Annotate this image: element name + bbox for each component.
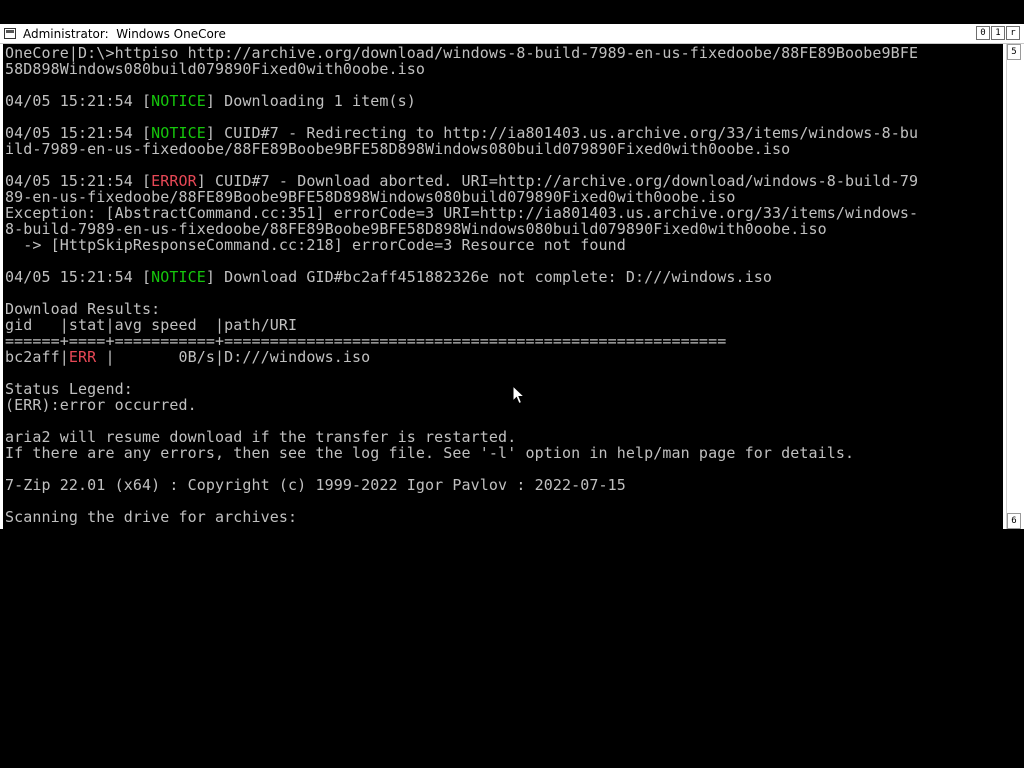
- console-line: OneCore|D:\>httpiso http://archive.org/d…: [5, 44, 919, 62]
- console-line-tag-notice: NOTICE: [151, 92, 206, 110]
- console-line-suffix: | 0B/s|D:///windows.iso: [105, 348, 371, 366]
- console-line-tag-notice: NOTICE: [151, 268, 206, 286]
- console-line: Scanning the drive for archives:: [5, 508, 298, 526]
- console-line: 04/05 15:21:54 [NOTICE] Downloading 1 it…: [5, 93, 918, 109]
- vertical-scrollbar[interactable]: 5 6: [1006, 44, 1021, 529]
- console-line-tag-error: ERR: [68, 348, 106, 366]
- console-line: 04/05 15:21:54 [NOTICE] Download GID#bc2…: [5, 269, 918, 285]
- console-output: OneCore|D:\>httpiso http://archive.org/d…: [5, 45, 918, 529]
- console-line: bc2aff|ERR | 0B/s|D:///windows.iso: [5, 349, 918, 365]
- mouse-pointer-icon: [512, 385, 525, 405]
- console-line: If there are any errors, then see the lo…: [5, 444, 855, 462]
- console-line: ild-7989-en-us-fixedoobe/88FE89Boobe9BFE…: [5, 140, 791, 158]
- console-line: 8-build-7989-en-us-fixedoobe/88FE89Boobe…: [5, 220, 827, 238]
- window-title: Administrator: Windows OneCore: [23, 27, 226, 41]
- console-line: Download Results:: [5, 300, 161, 318]
- console-line: 04/05 15:21:54 [ERROR] CUID#7 - Download…: [5, 173, 918, 189]
- minimize-button[interactable]: 0: [976, 26, 990, 40]
- scroll-down-button[interactable]: 6: [1007, 513, 1021, 529]
- console-line: (ERR):error occurred.: [5, 396, 197, 414]
- console-line: 04/05 15:21:54 [NOTICE] CUID#7 - Redirec…: [5, 125, 918, 141]
- console-line-prefix: 04/05 15:21:54 [: [5, 268, 152, 286]
- console-line: -> [HttpSkipResponseCommand.cc:218] erro…: [5, 236, 626, 254]
- console-line-prefix: 04/05 15:21:54 [: [5, 92, 152, 110]
- console-line: ======+====+===========+================…: [5, 332, 727, 350]
- maximize-button[interactable]: 1: [991, 26, 1005, 40]
- console-window[interactable]: Administrator: Windows OneCore 0 1 r One…: [0, 24, 1024, 529]
- scroll-up-button[interactable]: 5: [1007, 44, 1021, 60]
- console-line-suffix: ] Download GID#bc2aff451882326e not comp…: [205, 268, 772, 286]
- console-line: 7-Zip 22.01 (x64) : Copyright (c) 1999-2…: [5, 476, 626, 494]
- console-line: Status Legend:: [5, 380, 133, 398]
- console-line: 89-en-us-fixedoobe/88FE89Boobe9BFE58D898…: [5, 188, 736, 206]
- console-line-prefix: bc2aff|: [5, 348, 69, 366]
- close-button[interactable]: r: [1006, 26, 1020, 40]
- console-line-suffix: ] Downloading 1 item(s): [205, 92, 416, 110]
- console-line: aria2 will resume download if the transf…: [5, 428, 517, 446]
- console-output-area[interactable]: OneCore|D:\>httpiso http://archive.org/d…: [3, 44, 1003, 529]
- console-line: Exception: [AbstractCommand.cc:351] erro…: [5, 204, 919, 222]
- console-window-icon[interactable]: [4, 28, 16, 39]
- window-controls: 0 1 r: [976, 26, 1020, 40]
- title-bar[interactable]: Administrator: Windows OneCore 0 1 r: [0, 24, 1024, 44]
- console-line: gid |stat|avg speed |path/URI: [5, 316, 298, 334]
- console-line: 58D898Windows080build079890Fixed0with0oo…: [5, 60, 426, 78]
